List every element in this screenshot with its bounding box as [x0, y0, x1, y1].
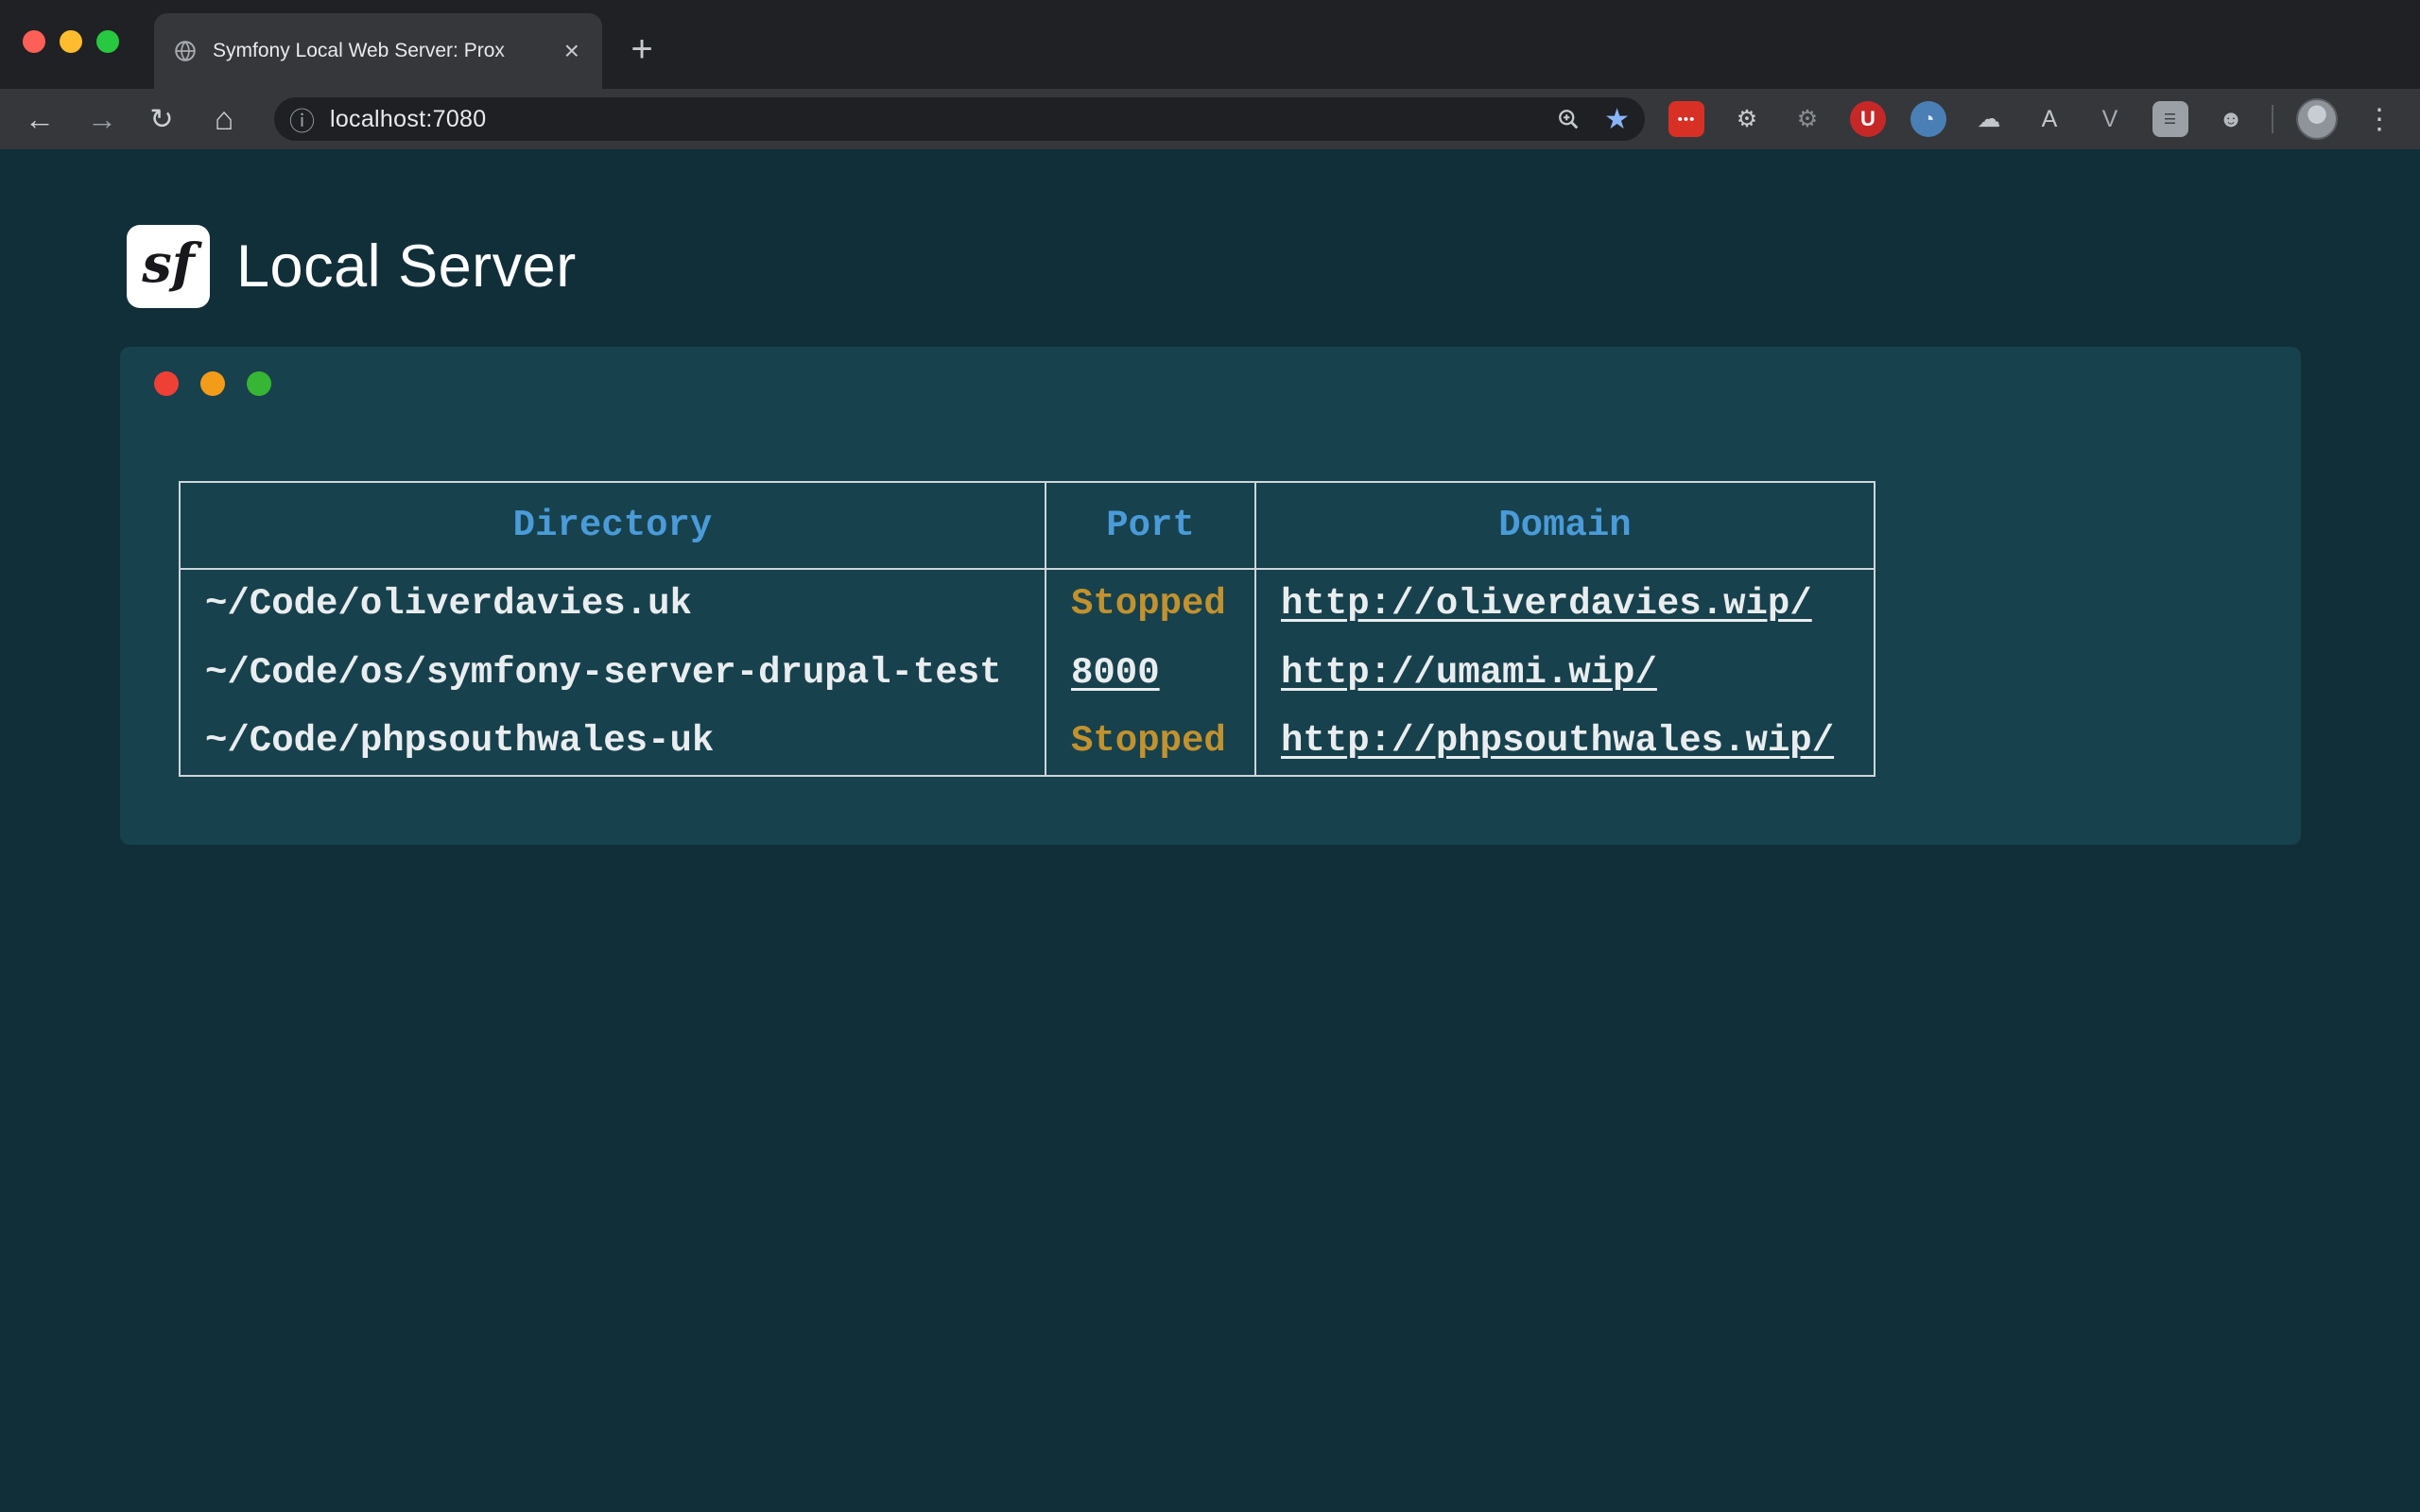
- table-row: ~/Code/os/symfony-server-drupal-test 800…: [180, 638, 1875, 707]
- window-controls: [23, 30, 119, 53]
- tab-strip: Symfony Local Web Server: Prox × +: [0, 0, 2420, 89]
- port-cell: Stopped: [1046, 569, 1255, 638]
- card-dot-orange: [200, 371, 225, 396]
- domain-cell: http://phpsouthwales.wip/: [1255, 707, 1875, 776]
- column-header-domain: Domain: [1255, 482, 1875, 569]
- extension-gear-dark-icon[interactable]: ⚙: [1789, 101, 1825, 137]
- tab-title: Symfony Local Web Server: Prox: [213, 40, 561, 62]
- home-icon[interactable]: ⌂: [203, 98, 245, 140]
- extension-octocat-icon[interactable]: ☻: [2213, 101, 2249, 137]
- extension-cloud-icon[interactable]: ☁: [1971, 101, 2007, 137]
- browser-menu-icon[interactable]: ⋮: [2360, 98, 2398, 140]
- table-header-row: Directory Port Domain: [180, 482, 1875, 569]
- page-content: sf Local Server Directory Port Domain: [0, 149, 2420, 1512]
- extension-a-icon[interactable]: A: [2031, 101, 2067, 137]
- port-value: Stopped: [1071, 583, 1226, 625]
- card-window-dots: [154, 371, 271, 396]
- reload-icon[interactable]: ↻: [141, 98, 182, 140]
- directory-cell: ~/Code/phpsouthwales-uk: [180, 707, 1046, 776]
- column-header-port: Port: [1046, 482, 1255, 569]
- domain-link[interactable]: http://umami.wip/: [1281, 652, 1657, 694]
- window-minimize-button[interactable]: [60, 30, 82, 53]
- domain-cell: http://umami.wip/: [1255, 638, 1875, 707]
- window-close-button[interactable]: [23, 30, 45, 53]
- port-value: Stopped: [1071, 720, 1226, 762]
- profile-avatar[interactable]: [2296, 98, 2338, 140]
- port-cell: Stopped: [1046, 707, 1255, 776]
- extension-gear-icon[interactable]: ⚙: [1729, 101, 1765, 137]
- browser-tab[interactable]: Symfony Local Web Server: Prox ×: [154, 13, 602, 89]
- directory-cell: ~/Code/oliverdavies.uk: [180, 569, 1046, 638]
- tab-close-icon[interactable]: ×: [561, 38, 583, 64]
- table-row: ~/Code/oliverdavies.uk Stopped http://ol…: [180, 569, 1875, 638]
- globe-icon: [173, 39, 198, 63]
- domain-link[interactable]: http://oliverdavies.wip/: [1281, 583, 1812, 625]
- domain-link[interactable]: http://phpsouthwales.wip/: [1281, 720, 1834, 762]
- table-row: ~/Code/phpsouthwales-uk Stopped http://p…: [180, 707, 1875, 776]
- page-title: Local Server: [236, 232, 577, 301]
- new-tab-button[interactable]: +: [619, 26, 665, 72]
- url-text[interactable]: localhost:7080: [330, 106, 486, 133]
- servers-table: Directory Port Domain ~/Code/oliverdavie…: [179, 481, 1876, 777]
- browser-window: Symfony Local Web Server: Prox × + ← → ↻…: [0, 0, 2420, 1512]
- server-card: Directory Port Domain ~/Code/oliverdavie…: [120, 347, 2301, 845]
- extensions-row: ••• ⚙ ⚙ U ◔ ☁ AV ☰ ☻: [1668, 101, 2249, 137]
- domain-cell: http://oliverdavies.wip/: [1255, 569, 1875, 638]
- address-bar[interactable]: ⓘ localhost:7080 ★: [274, 97, 1645, 141]
- directory-cell: ~/Code/os/symfony-server-drupal-test: [180, 638, 1046, 707]
- extension-v-icon[interactable]: V: [2092, 101, 2128, 137]
- extension-red-dots-icon[interactable]: •••: [1668, 101, 1704, 137]
- extension-blue-circle-icon[interactable]: ◔: [1910, 101, 1946, 137]
- symfony-logo: sf: [127, 225, 210, 308]
- extension-ublock-icon[interactable]: U: [1850, 101, 1886, 137]
- page-header: sf Local Server: [127, 225, 577, 308]
- port-cell: 8000: [1046, 638, 1255, 707]
- bookmark-star-icon[interactable]: ★: [1604, 103, 1630, 136]
- column-header-directory: Directory: [180, 482, 1046, 569]
- card-dot-red: [154, 371, 179, 396]
- port-value[interactable]: 8000: [1071, 652, 1160, 694]
- browser-toolbar: ← → ↻ ⌂ ⓘ localhost:7080 ★ •••⚙⚙U◔☁AV☰☻ …: [0, 89, 2420, 149]
- site-info-icon[interactable]: ⓘ: [289, 101, 315, 138]
- window-zoom-button[interactable]: [96, 30, 119, 53]
- forward-icon[interactable]: →: [81, 98, 123, 140]
- toolbar-divider: [2272, 105, 2273, 133]
- zoom-icon[interactable]: [1555, 106, 1582, 132]
- extension-grid-icon[interactable]: ☰: [2152, 101, 2188, 137]
- back-icon[interactable]: ←: [19, 98, 60, 140]
- card-dot-green: [247, 371, 271, 396]
